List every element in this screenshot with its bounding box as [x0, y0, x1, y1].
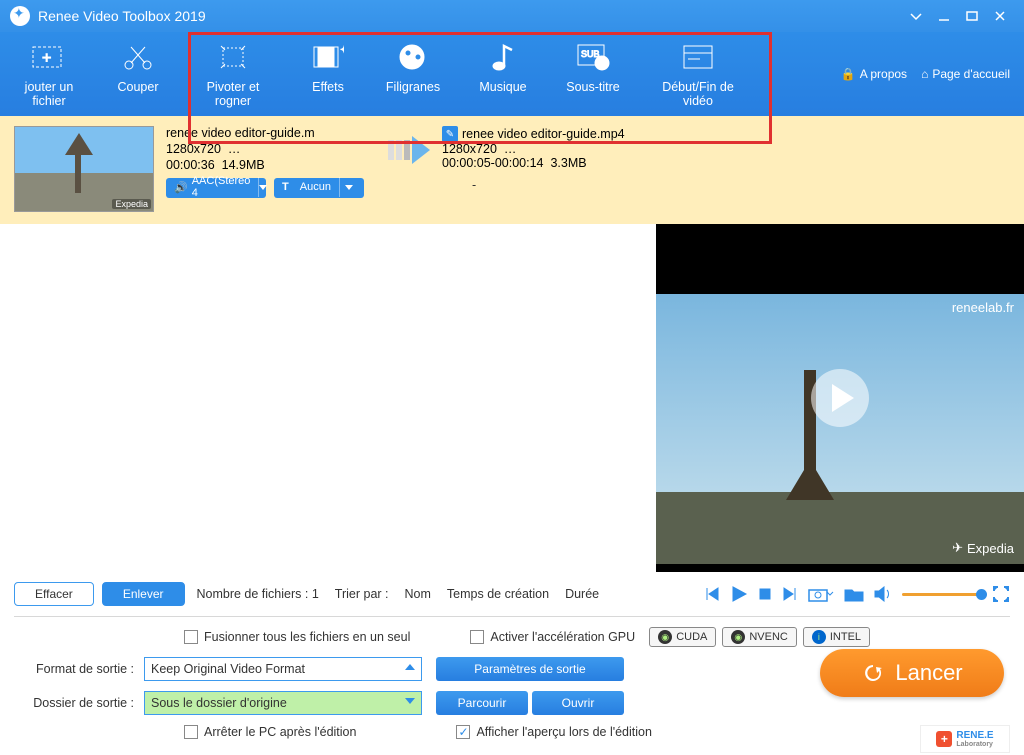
content-area: reneelab.fr ✈Expedia [0, 224, 1024, 572]
add-file-icon: + [31, 40, 67, 74]
window-icon [682, 40, 714, 74]
folder-label: Dossier de sortie : [14, 696, 134, 710]
dropdown-icon[interactable] [902, 6, 930, 26]
controls-row: Effacer Enlever Nombre de fichiers : 1 T… [0, 572, 1024, 616]
gpu-checkbox[interactable] [470, 630, 484, 644]
svg-text:✦: ✦ [340, 45, 344, 56]
speaker-icon: 🔊 [174, 181, 188, 194]
sort-name[interactable]: Nom [405, 587, 431, 601]
video-thumbnail: Expedia [14, 126, 154, 212]
home-link[interactable]: ⌂Page d'accueil [921, 67, 1010, 81]
cuda-badge: ◉CUDA [649, 627, 716, 647]
settings-panel: Fusionner tous les fichiers en un seul A… [0, 617, 1024, 755]
play-overlay-button[interactable] [811, 369, 869, 427]
open-folder-button[interactable] [844, 586, 864, 602]
remove-button[interactable]: Enlever [102, 582, 185, 606]
audio-codec-dropdown[interactable]: 🔊AAC(Stereo 4 [166, 178, 266, 198]
brand-logo: + RENE.ELaboratory [920, 725, 1010, 753]
volume-icon[interactable] [874, 586, 892, 602]
stop-button[interactable] [758, 587, 772, 601]
snapshot-button[interactable] [808, 586, 834, 602]
music-note-icon [491, 40, 515, 74]
palette-icon [398, 40, 428, 74]
clear-button[interactable]: Effacer [14, 582, 94, 606]
cut-button[interactable]: Couper [98, 40, 178, 110]
fullscreen-button[interactable] [992, 585, 1010, 603]
home-icon: ⌂ [921, 67, 928, 81]
format-combo[interactable]: Keep Original Video Format [144, 657, 422, 681]
preview-watermark: reneelab.fr [952, 300, 1014, 315]
video-preview: reneelab.fr ✈Expedia [656, 224, 1024, 572]
input-filename: renee video editor-guide.m [166, 126, 364, 140]
subtitle-track-dropdown[interactable]: T Aucun [274, 178, 364, 198]
add-file-button[interactable]: + jouter un fichier [0, 40, 98, 110]
intro-outro-button[interactable]: Début/Fin de vidéo [638, 40, 758, 110]
crop-icon [217, 40, 249, 74]
folder-combo[interactable]: Sous le dossier d'origine [144, 691, 422, 715]
merge-checkbox[interactable] [184, 630, 198, 644]
output-filename: renee video editor-guide.mp4 [462, 127, 625, 141]
sort-time[interactable]: Temps de création [447, 587, 549, 601]
browse-button[interactable]: Parcourir [436, 691, 528, 715]
svg-text:T: T [599, 59, 605, 70]
output-params-button[interactable]: Paramètres de sortie [436, 657, 624, 681]
edit-icon: ✎ [442, 126, 458, 142]
refresh-icon [861, 661, 885, 685]
file-item[interactable]: Expedia renee video editor-guide.m 1280x… [0, 116, 1024, 224]
file-stats: Nombre de fichiers : 1 Trier par : Nom T… [197, 587, 600, 601]
rotate-crop-button[interactable]: Pivoter et rogner [178, 40, 288, 110]
format-label: Format de sortie : [14, 662, 134, 676]
input-info: renee video editor-guide.m 1280x720 … 00… [166, 126, 364, 202]
shutdown-label: Arrêter le PC après l'édition [204, 725, 356, 739]
effects-button[interactable]: ✦ Effets [288, 40, 368, 110]
film-icon: ✦ [312, 40, 344, 74]
main-toolbar: + jouter un fichier Couper Pivoter et ro… [0, 32, 1024, 116]
about-link[interactable]: 🔒A propos [841, 67, 907, 81]
svg-text:+: + [42, 50, 51, 67]
nvenc-badge: ◉NVENC [722, 627, 797, 647]
subtitle-button[interactable]: SUBT Sous-titre [548, 40, 638, 110]
volume-slider[interactable] [902, 593, 982, 596]
preview-label: Afficher l'aperçu lors de l'édition [476, 725, 651, 739]
watermark-button[interactable]: Filigranes [368, 40, 458, 110]
thumbnail-watermark: Expedia [112, 199, 151, 209]
app-logo-icon [10, 6, 30, 26]
scissors-icon [123, 40, 153, 74]
launch-button[interactable]: Lancer [820, 649, 1004, 697]
lock-icon: 🔒 [841, 67, 856, 81]
close-button[interactable] [986, 6, 1014, 26]
file-list-area [0, 224, 656, 572]
arrow-icon [388, 140, 430, 164]
shutdown-checkbox[interactable] [184, 725, 198, 739]
minimize-button[interactable] [930, 6, 958, 26]
output-info: ✎renee video editor-guide.mp4 1280x720 …… [442, 126, 625, 192]
play-button[interactable] [730, 585, 748, 603]
music-button[interactable]: Musique [458, 40, 548, 110]
prev-button[interactable] [704, 586, 720, 602]
intel-badge: iINTEL [803, 627, 870, 647]
open-button[interactable]: Ouvrir [532, 691, 624, 715]
gpu-label: Activer l'accélération GPU [490, 630, 635, 644]
merge-label: Fusionner tous les fichiers en un seul [204, 630, 410, 644]
svg-text:SUB: SUB [581, 49, 600, 59]
preview-checkbox[interactable] [456, 725, 470, 739]
maximize-button[interactable] [958, 6, 986, 26]
subtitle-icon: SUBT [576, 40, 610, 74]
expedia-logo: ✈Expedia [952, 540, 1014, 556]
sort-duration[interactable]: Durée [565, 587, 599, 601]
next-button[interactable] [782, 586, 798, 602]
playback-controls [704, 585, 1010, 603]
app-title: Renee Video Toolbox 2019 [38, 8, 902, 24]
title-bar: Renee Video Toolbox 2019 [0, 0, 1024, 32]
